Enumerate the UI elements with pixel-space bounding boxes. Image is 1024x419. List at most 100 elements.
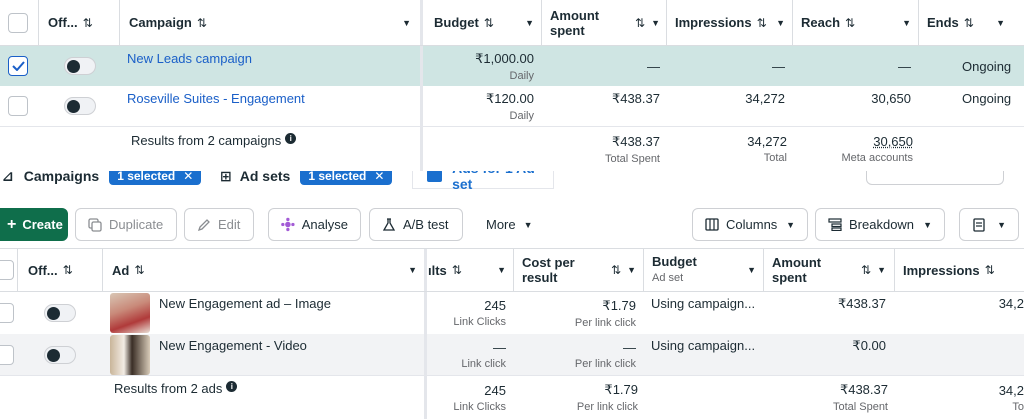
ad-name[interactable]: New Engagement - Video [159, 334, 307, 376]
select-all-checkbox[interactable] [0, 249, 14, 291]
campaign-name-link[interactable]: Roseville Suites - Engagement [127, 86, 305, 126]
more-dropdown[interactable]: More ▼ [486, 208, 533, 241]
row-checkbox[interactable] [0, 334, 14, 376]
ad-toggle[interactable] [44, 334, 76, 376]
chevron-down-icon: ▼ [523, 219, 533, 230]
results-row: Results from 2 campaigns i ₹438.37 Total S… [0, 127, 1024, 171]
chevron-down-icon: ▼ [877, 265, 886, 275]
duplicate-icon [88, 217, 102, 232]
column-label: Ends [927, 15, 959, 30]
row-checkbox[interactable] [8, 86, 28, 126]
amount-spent-cell: — [647, 58, 660, 74]
close-icon[interactable]: ✕ [374, 171, 384, 183]
sort-icon: ⇅ [635, 15, 646, 30]
chevron-down-icon: ▼ [747, 265, 756, 275]
table-row[interactable]: New Engagement ad – Image 245 Link Clicks… [0, 292, 1024, 334]
sort-icon: ⇅ [483, 15, 494, 30]
tab-ad-sets[interactable]: ⊞ Ad sets 1 selected ✕ [210, 171, 393, 189]
column-header-budget[interactable]: Budget Ad set ▼ [652, 249, 756, 291]
edit-button[interactable]: Edit [184, 208, 254, 241]
ends-cell: Ongoing [962, 91, 1012, 106]
chevron-down-icon: ▼ [525, 17, 534, 28]
breakdown-icon [828, 218, 842, 231]
sort-icon: ⇅ [861, 263, 872, 277]
table-row[interactable]: New Engagement - Video — Link click — Per … [0, 334, 1024, 376]
column-header-campaign[interactable]: Campaign ⇅ ▼ [129, 0, 411, 45]
campaigns-icon: ⊿ [2, 171, 14, 184]
budget-cell: ₹120.00 Daily [485, 90, 534, 122]
row-checkbox[interactable] [8, 46, 28, 86]
column-header-budget[interactable]: Budget ⇅ ▼ [434, 0, 534, 45]
sort-icon: ⇅ [611, 263, 622, 277]
ab-test-button[interactable]: A/B test [369, 208, 463, 241]
results-cell: — Link click [461, 340, 506, 370]
info-icon[interactable]: i [285, 133, 297, 144]
check-icon [11, 61, 25, 71]
total-results-cell: 245 Link Clicks [453, 382, 506, 413]
campaign-toggle[interactable] [64, 46, 96, 86]
ad-thumbnail-image [110, 293, 150, 333]
column-label: Campaign [129, 15, 192, 30]
sort-icon: ⇅ [963, 15, 974, 30]
chevron-down-icon: ▼ [776, 17, 785, 28]
chevron-down-icon: ▼ [651, 17, 660, 28]
chevron-down-icon: ▼ [627, 265, 636, 275]
table-row[interactable]: New Leads campaign ₹1,000.00 Daily — — — … [0, 46, 1024, 86]
campaign-toggle[interactable] [64, 86, 96, 126]
column-header-impressions[interactable]: Impressions ⇅ ▼ [675, 0, 785, 45]
column-header-ad[interactable]: Ad ⇅ ▼ [112, 249, 417, 291]
impressions-cell: — [772, 58, 785, 74]
create-button[interactable]: + Create [0, 208, 68, 241]
breakdown-button[interactable]: Breakdown ▼ [815, 208, 945, 241]
total-cost-cell: ₹1.79 Per link click [576, 382, 638, 413]
column-header-ends[interactable]: Ends ⇅ ▼ [927, 0, 1005, 45]
column-header-off[interactable]: Off... ⇅ [28, 249, 73, 291]
budget-cell: Using campaign... [651, 296, 756, 311]
ads-header-row: Off... ⇅ Ad ⇅ ▼ ılts ⇅ ▼ Cost per result ⇅ ▼ Bud… [0, 248, 1024, 292]
ad-sets-icon: ⊞ [220, 171, 232, 184]
tab-campaigns[interactable]: ⊿ Campaigns 1 selected ✕ [0, 171, 202, 189]
column-header-reach[interactable]: Reach ⇅ ▼ [801, 0, 911, 45]
column-header-impressions[interactable]: Impressions ⇅ [903, 249, 995, 291]
ad-name[interactable]: New Engagement ad – Image [159, 292, 331, 334]
tab-ads[interactable]: Ads for 1 Ad set [412, 171, 554, 192]
reach-cell: — [898, 58, 911, 74]
reach-cell: 30,650 [871, 91, 911, 106]
chevron-down-icon: ▼ [786, 219, 795, 230]
chevron-down-icon: ▼ [997, 219, 1006, 230]
chevron-down-icon: ▼ [497, 265, 506, 275]
column-header-cost-per-result[interactable]: Cost per result ⇅ ▼ [522, 249, 636, 291]
results-label: Results from 2 ads i [114, 376, 238, 419]
column-header-amount-spent[interactable]: Amount spent ⇅ ▼ [772, 249, 886, 291]
select-all-checkbox[interactable] [8, 0, 28, 45]
budget-cell: ₹1,000.00 Daily [475, 50, 534, 82]
chevron-down-icon: ▼ [996, 17, 1005, 28]
amount-spent-cell: ₹0.00 [852, 338, 886, 353]
row-checkbox[interactable] [0, 292, 14, 334]
analyse-button[interactable]: Analyse [268, 208, 361, 241]
campaign-name-link[interactable]: New Leads campaign [127, 46, 252, 86]
sort-icon: ⇅ [82, 15, 93, 30]
date-range-picker[interactable] [866, 171, 1004, 185]
duplicate-button[interactable]: Duplicate [75, 208, 177, 241]
columns-button[interactable]: Columns ▼ [692, 208, 808, 241]
ad-thumbnail-video [110, 335, 150, 375]
column-label: ılts [428, 262, 447, 278]
sort-icon: ⇅ [196, 15, 207, 30]
table-row[interactable]: Roseville Suites - Engagement ₹120.00 Dai… [0, 86, 1024, 126]
column-label: Off... [28, 262, 58, 278]
cost-per-result-cell: — Per link click [574, 340, 636, 370]
reports-button[interactable]: ▼ [959, 208, 1019, 241]
column-label: Impressions [903, 262, 980, 278]
impressions-cell: 34,272 [745, 91, 785, 106]
column-header-off[interactable]: Off... ⇅ [48, 0, 93, 45]
sort-icon: ⇅ [451, 263, 462, 277]
info-icon[interactable]: i [226, 381, 238, 392]
column-header-results[interactable]: ılts ⇅ ▼ [428, 249, 506, 291]
ad-toggle[interactable] [44, 292, 76, 334]
results-label: Results from 2 campaigns i [131, 127, 297, 171]
close-icon[interactable]: ✕ [183, 171, 193, 183]
sort-icon: ⇅ [845, 15, 856, 30]
column-header-amount-spent[interactable]: Amount spent ⇅ ▼ [550, 0, 660, 45]
amount-spent-cell: ₹438.37 [611, 91, 660, 106]
